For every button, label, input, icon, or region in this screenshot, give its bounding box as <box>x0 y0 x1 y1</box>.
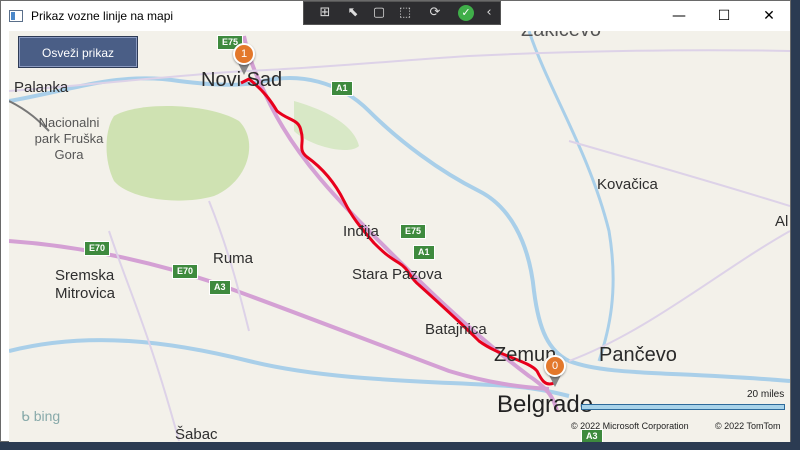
xaml-debug-toolbar: ⊞ ⬉ ▢ ⬚ ⟳ ✓ ‹ <box>303 1 501 25</box>
route-marker-start[interactable]: 0 <box>544 355 566 377</box>
map-label-sremska-mitrovica: Sremska Mitrovica <box>55 267 116 302</box>
tamis-river <box>527 31 615 362</box>
copyright-tomtom: © 2022 TomTom <box>715 421 781 431</box>
window-title: Prikaz vozne linije na mapi <box>31 9 174 23</box>
map-view[interactable]: Osveži prikaz Zakićevo Novi Sad Palanka … <box>9 31 790 442</box>
map-label-kovacica: Kovačica <box>597 176 658 193</box>
road-shield-e70-left: E70 <box>84 241 111 256</box>
close-icon: ✕ <box>763 8 775 24</box>
close-button[interactable]: ✕ <box>746 1 792 31</box>
map-label-alibunar: Al <box>775 213 789 230</box>
maximize-icon: ☐ <box>717 8 731 24</box>
app-icon <box>9 10 23 22</box>
map-label-batajnica: Batajnica <box>425 321 487 338</box>
scale-bar <box>581 404 785 410</box>
road-shield-a1-top: A1 <box>331 81 353 96</box>
route-marker-end[interactable]: 1 <box>233 43 255 65</box>
map-label-indjija: Inđija <box>343 223 379 240</box>
check-icon[interactable]: ✓ <box>458 5 474 21</box>
map-label-sabac: Šabac <box>175 426 218 442</box>
track-focus-icon[interactable]: ⬚ <box>396 5 414 21</box>
copyright-microsoft: © 2022 Microsoft Corporation <box>571 421 689 431</box>
collapse-chevron-icon[interactable]: ‹ <box>480 5 498 21</box>
map-label-belgrade: Belgrade <box>497 391 594 418</box>
bing-logo: ᑲ bing <box>21 408 61 424</box>
display-layout-adorners-icon[interactable]: ▢ <box>370 5 388 21</box>
map-label-zakicevo: Zakićevo <box>521 31 601 42</box>
park-forest <box>106 105 250 201</box>
map-label-park: Nacionalni park Fruška Gora <box>34 115 104 162</box>
select-element-icon[interactable]: ⬉ <box>344 5 362 21</box>
map-label-palanka: Palanka <box>14 79 69 96</box>
title-bar[interactable]: Prikaz vozne linije na mapi ⊞ ⬉ ▢ ⬚ ⟳ ✓ … <box>1 1 790 31</box>
map-label-stara-pazova: Stara Pazova <box>352 266 443 283</box>
marsh-area <box>294 101 359 151</box>
minimize-icon: — <box>672 8 686 24</box>
sava-river <box>9 338 570 398</box>
map-label-ruma: Ruma <box>213 250 254 267</box>
maximize-button[interactable]: ☐ <box>701 1 747 31</box>
refresh-button[interactable]: Osveži prikaz <box>19 37 137 67</box>
minimize-button[interactable]: — <box>656 1 702 31</box>
scale-label: 20 miles <box>747 389 785 400</box>
road-shield-e75-mid: E75 <box>400 224 427 239</box>
road-shield-a3: A3 <box>209 280 231 295</box>
app-window: Prikaz vozne linije na mapi ⊞ ⬉ ▢ ⬚ ⟳ ✓ … <box>0 0 791 442</box>
route-line <box>240 77 559 386</box>
road-shield-a1-mid: A1 <box>413 245 435 260</box>
road-4 <box>568 230 790 362</box>
map-label-pancevo: Pančevo <box>599 344 677 366</box>
road-2 <box>568 140 790 207</box>
bing-icon: ᑲ <box>21 408 34 424</box>
road-shield-e70-mid: E70 <box>172 264 199 279</box>
hot-reload-icon[interactable]: ⟳ <box>426 5 444 21</box>
live-visual-tree-icon[interactable]: ⊞ <box>316 5 334 21</box>
